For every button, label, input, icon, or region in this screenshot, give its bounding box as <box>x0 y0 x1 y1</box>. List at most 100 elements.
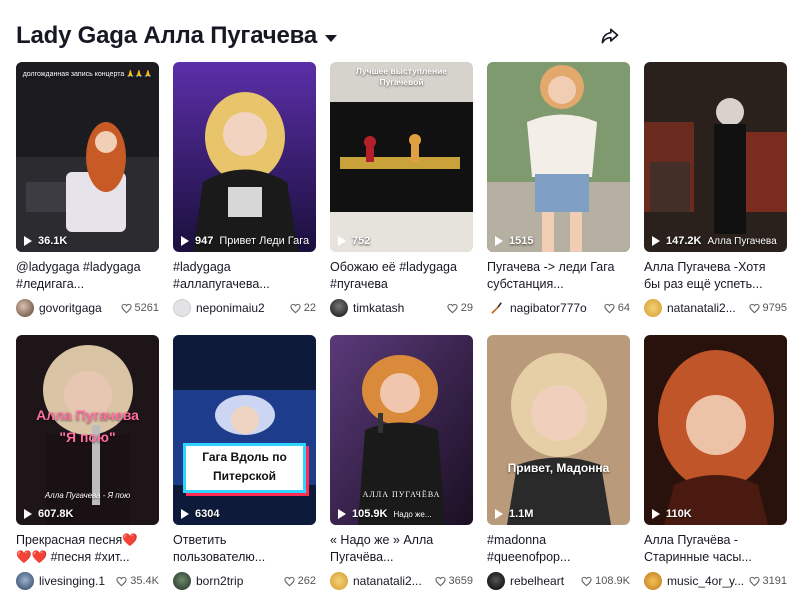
like-count: 29 <box>447 302 473 314</box>
view-count: 36.1K <box>38 235 68 247</box>
like-count: 22 <box>290 302 316 314</box>
thumbnail-image <box>173 335 316 525</box>
video-caption[interactable]: Алла Пугачева -Хотя бы раз ещё успеть... <box>644 259 787 293</box>
video-card[interactable]: 110K Алла Пугачёва - Старинные часы... m… <box>644 335 787 595</box>
play-icon <box>181 236 189 246</box>
overlay-text: долгожданная запись концерта 🙏🙏🙏 <box>22 71 153 78</box>
author-avatar[interactable] <box>16 299 34 317</box>
author-name[interactable]: timkatash <box>353 301 443 315</box>
thumbnail-image <box>644 335 787 525</box>
author-name[interactable]: born2trip <box>196 574 280 588</box>
heart-icon <box>120 303 132 313</box>
view-count-row: 147.2K Алла Пугачева <box>652 235 777 247</box>
video-meta: natanatali2... 9795 <box>644 298 787 318</box>
video-caption[interactable]: #ladygaga #аллапугачева... <box>173 259 316 293</box>
video-caption[interactable]: Обожаю её #ladygaga #пугачева <box>330 259 473 293</box>
video-card[interactable]: 147.2K Алла Пугачева Алла Пугачева -Хотя… <box>644 62 787 322</box>
video-caption[interactable]: @ladygaga #ladygaga #ледигага... <box>16 259 159 293</box>
author-avatar[interactable] <box>330 572 348 590</box>
video-thumbnail[interactable]: Привет, Мадонна 1.1M <box>487 335 630 525</box>
heart-icon <box>447 303 458 313</box>
author-name[interactable]: music_4or_y... <box>667 574 745 588</box>
author-avatar[interactable] <box>173 299 191 317</box>
play-icon <box>24 509 32 519</box>
thumbnail-image <box>487 62 630 252</box>
video-meta: nagibator777o 64 <box>487 298 630 318</box>
video-caption[interactable]: Алла Пугачёва - Старинные часы... <box>644 532 787 566</box>
like-count: 5261 <box>120 302 159 314</box>
video-card[interactable]: 1515 Пугачева -> леди Гага субстанция...… <box>487 62 630 322</box>
video-card[interactable]: Привет, Мадонна 1.1M #madonna #queenofpo… <box>487 335 630 595</box>
video-thumbnail[interactable]: Алла Пугачева "Я пою" Алла Пугачева - Я … <box>16 335 159 525</box>
video-card[interactable]: Лучшее выступление Пугачевой 752 Обожаю … <box>330 62 473 322</box>
author-avatar[interactable] <box>173 572 191 590</box>
author-name[interactable]: livesinging.1 <box>39 574 112 588</box>
author-avatar[interactable] <box>644 299 662 317</box>
video-card[interactable]: долгожданная запись концерта 🙏🙏🙏 36.1K @… <box>16 62 159 322</box>
video-card[interactable]: АЛЛА ПУГАЧЁВА 105.9K Надо же... « Надо ж… <box>330 335 473 595</box>
video-thumbnail[interactable]: АЛЛА ПУГАЧЁВА 105.9K Надо же... <box>330 335 473 525</box>
video-thumbnail[interactable]: долгожданная запись концерта 🙏🙏🙏 36.1K <box>16 62 159 252</box>
overlay-text: Алла Пугачева <box>36 407 139 423</box>
heart-icon <box>604 303 615 313</box>
video-meta: govoritgaga 5261 <box>16 298 159 318</box>
video-thumbnail[interactable]: 947 Привет Леди Гага <box>173 62 316 252</box>
video-caption[interactable]: Пугачева -> леди Гага субстанция... <box>487 259 630 293</box>
author-name[interactable]: natanatali2... <box>667 301 745 315</box>
video-thumbnail[interactable]: 110K <box>644 335 787 525</box>
view-count-row: 607.8K <box>24 508 73 520</box>
video-card[interactable]: Алла Пугачева "Я пою" Алла Пугачева - Я … <box>16 335 159 595</box>
video-meta: music_4or_y... 3191 <box>644 571 787 591</box>
caption-line-1: @ladygaga #ladygaga <box>16 260 141 274</box>
author-avatar[interactable] <box>16 572 34 590</box>
video-caption[interactable]: Прекрасная песня❤️ ❤️❤️ #песня #хит... <box>16 532 159 566</box>
video-thumbnail[interactable]: Гага Вдоль по Питерской 6304 <box>173 335 316 525</box>
overlay-text-2: "Я пою" <box>59 429 116 445</box>
caption-line-2: субстанция... <box>487 277 564 291</box>
like-count-value: 35.4K <box>130 575 159 587</box>
video-thumbnail[interactable]: 147.2K Алла Пугачева <box>644 62 787 252</box>
video-meta: timkatash 29 <box>330 298 473 318</box>
heart-icon <box>581 576 592 586</box>
playlist-title[interactable]: Lady Gaga Алла Пугачева <box>16 20 338 52</box>
overlay-text: Привет, Мадонна <box>507 461 610 475</box>
overlay-text: Гага Вдоль по Питерской <box>202 450 287 483</box>
author-name[interactable]: neponimaiu2 <box>196 301 286 315</box>
caption-line-1: Ответить <box>173 533 227 547</box>
view-count-row: 1515 <box>495 235 533 247</box>
like-count-value: 5261 <box>134 302 159 314</box>
author-name[interactable]: nagibator777o <box>510 301 600 315</box>
share-button[interactable] <box>596 22 624 50</box>
caption-line-1: « Надо же » Алла <box>330 533 434 547</box>
video-thumbnail[interactable]: Лучшее выступление Пугачевой 752 <box>330 62 473 252</box>
caption-line-2: #queenofpop... <box>487 550 571 564</box>
video-thumbnail[interactable]: 1515 <box>487 62 630 252</box>
video-meta: neponimaiu2 22 <box>173 298 316 318</box>
caption-line-2: Пугачёва... <box>330 550 394 564</box>
like-count-value: 9795 <box>762 302 787 314</box>
author-avatar[interactable] <box>644 572 662 590</box>
video-card[interactable]: 947 Привет Леди Гага #ladygaga #аллапуга… <box>173 62 316 322</box>
author-avatar[interactable] <box>330 299 348 317</box>
author-name[interactable]: govoritgaga <box>39 301 117 315</box>
like-count: 108.9K <box>581 575 630 587</box>
author-avatar[interactable] <box>487 299 505 317</box>
video-card[interactable]: Гага Вдоль по Питерской 6304 Ответить по… <box>173 335 316 595</box>
video-caption[interactable]: Ответить пользователю... <box>173 532 316 566</box>
caret-down-icon[interactable] <box>325 34 338 42</box>
video-caption[interactable]: #madonna #queenofpop... <box>487 532 630 566</box>
author-avatar[interactable] <box>487 572 505 590</box>
play-icon <box>495 509 503 519</box>
caption-line-1: Прекрасная песня❤️ <box>16 533 138 547</box>
video-caption[interactable]: « Надо же » Алла Пугачёва... <box>330 532 473 566</box>
overlay-text: Привет Леди Гага <box>219 235 310 247</box>
caption-line-2: #пугачева <box>330 277 388 291</box>
overlay-text: Лучшее выступление Пугачевой <box>355 66 448 87</box>
view-count: 1515 <box>509 235 534 247</box>
play-icon <box>24 236 32 246</box>
author-name[interactable]: rebelheart <box>510 574 577 588</box>
author-name[interactable]: natanatali2... <box>353 574 431 588</box>
like-count: 64 <box>604 302 630 314</box>
overlay-text: Алла Пугачева <box>707 235 777 247</box>
caption-line-1: Обожаю её #ladygaga <box>330 260 457 274</box>
